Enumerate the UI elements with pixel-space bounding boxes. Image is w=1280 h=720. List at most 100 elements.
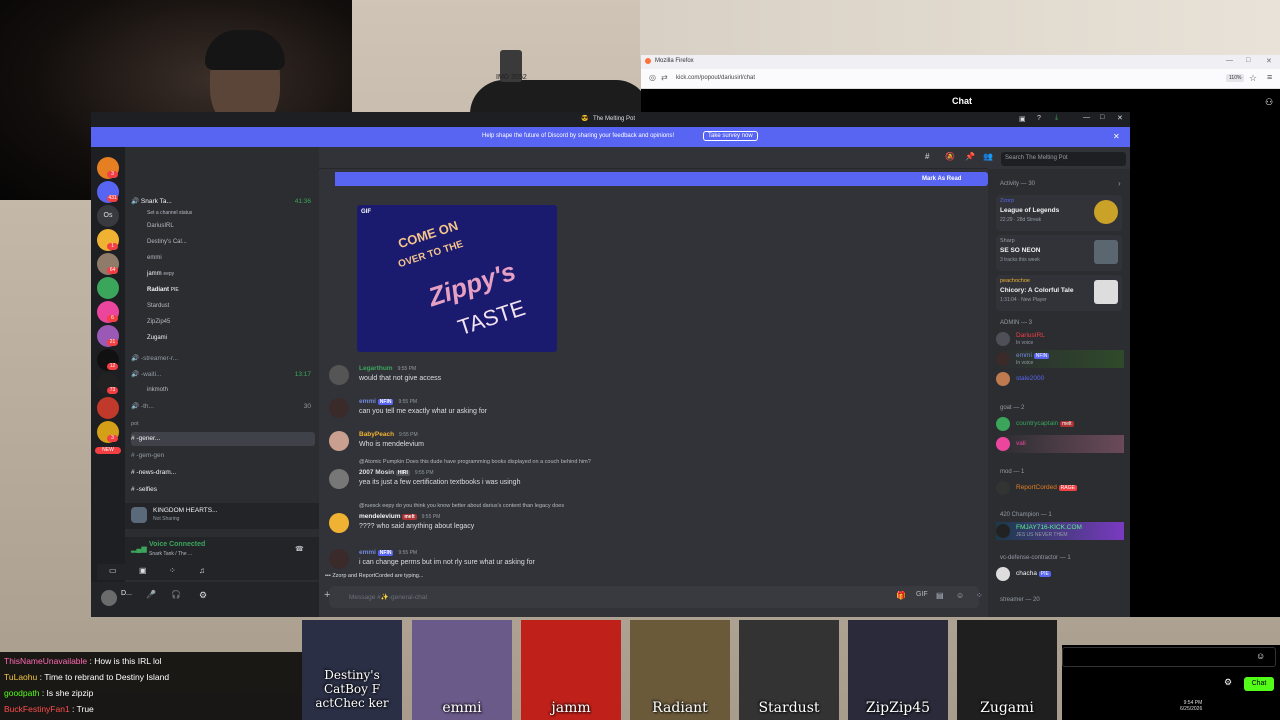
avatar[interactable] — [101, 590, 117, 606]
settings-gear-icon[interactable]: ⚙ — [1224, 677, 1232, 688]
text-channel-general[interactable]: # -gener... — [131, 432, 315, 446]
activity-header[interactable]: Activity — 30 — [1000, 181, 1035, 187]
voice-user[interactable]: jamm eepy — [147, 271, 174, 277]
inbox-icon[interactable]: ▣ — [1019, 115, 1026, 123]
minimize-icon[interactable]: — — [1083, 114, 1090, 121]
activity-card[interactable]: Zzorp League of Legends 22:29 · 28d Stre… — [996, 195, 1122, 231]
member-item[interactable]: ReportCorded RAGE — [996, 479, 1124, 497]
message-author[interactable]: 2007 Mosin HIRI 9:55 PM — [359, 469, 433, 476]
member-item[interactable]: vali — [996, 435, 1124, 453]
reply-preview[interactable]: @ruesck eepy do you think you know bette… — [359, 503, 564, 509]
close-icon[interactable]: ✕ — [1117, 114, 1123, 122]
category-header[interactable]: pot — [131, 417, 315, 431]
avatar[interactable] — [329, 469, 349, 489]
screenshare-icon[interactable]: ▣ — [139, 566, 147, 575]
server-icon[interactable] — [97, 397, 119, 419]
chat-message[interactable]: ThisNameUnavailable : How is this IRL lo… — [4, 656, 161, 666]
participant-tile[interactable]: Destiny's CatBoy F actChec ker — [302, 620, 402, 720]
text-channel-selfies[interactable]: # -selfies — [131, 483, 315, 497]
voice-channel-streamer[interactable]: 🔊 -streamer-r... — [131, 352, 315, 366]
disconnect-icon[interactable]: ☎ — [295, 545, 304, 553]
add-attachment-icon[interactable]: + — [324, 589, 330, 601]
address-bar[interactable]: ◎ ⇄ kick.com/popout/dariusirl/chat 110% … — [641, 69, 1280, 89]
activity-card[interactable]: peachochoe Chicory: A Colorful Tale 1:31… — [996, 275, 1122, 311]
text-channel-news[interactable]: # -news-dram... — [131, 466, 315, 480]
gif-picker-icon[interactable]: GIF — [916, 591, 928, 598]
voice-user[interactable]: ZipZip45 — [147, 319, 170, 325]
chat-message[interactable]: TuLaohu : Time to rebrand to Destiny Isl… — [4, 672, 169, 682]
message-author[interactable]: mendelevium melt 9:55 PM — [359, 513, 440, 520]
member-item[interactable]: emmi NFIN In voice — [996, 350, 1124, 368]
camera-icon[interactable]: ▭ — [109, 566, 117, 575]
member-item[interactable]: stale2000 — [996, 370, 1124, 388]
message-author[interactable]: emmi NFIN 9:55 PM — [359, 398, 417, 405]
bookmark-star-icon[interactable]: ☆ — [1249, 73, 1257, 84]
shield-icon[interactable]: ◎ — [649, 73, 656, 82]
users-icon[interactable]: ⚇ — [1265, 97, 1273, 108]
server-icon[interactable] — [97, 277, 119, 299]
avatar[interactable] — [329, 398, 349, 418]
url-text[interactable]: kick.com/popout/dariusirl/chat — [676, 75, 755, 81]
activities-icon[interactable]: ⁘ — [169, 566, 176, 575]
zoom-level[interactable]: 110% — [1226, 74, 1245, 82]
mark-as-read-button[interactable]: Mark As Read — [922, 176, 961, 182]
participant-tile[interactable]: Zugami — [957, 620, 1057, 720]
member-list-icon[interactable]: 👥 — [983, 152, 993, 161]
banner-close-icon[interactable]: ✕ — [1113, 132, 1120, 141]
voice-user[interactable]: Stardust — [147, 303, 169, 309]
menu-icon[interactable]: ≡ — [1267, 72, 1272, 82]
permissions-icon[interactable]: ⇄ — [661, 73, 668, 82]
settings-gear-icon[interactable]: ⚙ — [199, 590, 207, 601]
member-item[interactable]: FMJAY716-KICK.COM JES US NEVER THEM — [996, 522, 1124, 540]
participant-tile[interactable]: emmi — [412, 620, 512, 720]
gif-embed[interactable]: GIF COME ON OVER TO THE Zippy's TASTE — [357, 205, 557, 352]
member-item[interactable]: chacha PIE — [996, 565, 1124, 583]
take-survey-button[interactable]: Take survey now — [703, 131, 758, 141]
message-author[interactable]: Legarthum 9:55 PM — [359, 365, 416, 372]
headphones-icon[interactable]: 🎧 — [171, 590, 181, 599]
emoji-icon[interactable]: ☺ — [1256, 651, 1265, 661]
message-author[interactable]: BabyPeach 9:55 PM — [359, 431, 418, 438]
chat-message[interactable]: BuckFestinyFan1 : True — [4, 704, 94, 714]
voice-user[interactable]: Zugami — [147, 335, 167, 341]
help-icon[interactable]: ? — [1037, 115, 1041, 122]
send-chat-button[interactable]: Chat — [1244, 677, 1274, 691]
voice-user[interactable]: DariusIRL — [147, 223, 174, 229]
channel-status[interactable]: Set a channel status — [147, 210, 192, 216]
member-item[interactable]: DariusIRL In voice — [996, 330, 1124, 348]
maximize-icon[interactable]: □ — [1246, 57, 1250, 64]
chat-input[interactable] — [1062, 647, 1276, 667]
chat-message[interactable]: goodpath : Is she zipzip — [4, 688, 93, 698]
voice-channel-snark-tank[interactable]: 🔊 Snark Ta... 41:36 — [131, 195, 315, 209]
maximize-icon[interactable]: □ — [1100, 114, 1104, 121]
username[interactable]: D... — [121, 590, 132, 597]
close-icon[interactable]: ✕ — [1266, 57, 1272, 65]
voice-user[interactable]: Destiny's Cal... — [147, 239, 187, 245]
gift-icon[interactable]: 🎁 — [896, 591, 906, 600]
voice-connected-label[interactable]: Voice Connected — [149, 541, 205, 548]
participant-tile[interactable]: jamm — [521, 620, 621, 720]
participant-tile[interactable]: Radiant — [630, 620, 730, 720]
search-input[interactable]: Search The Melting Pot — [1001, 152, 1126, 166]
voice-user[interactable]: emmi — [147, 255, 162, 261]
text-channel-gem-gen[interactable]: # -gem-gen — [131, 449, 315, 463]
emoji-icon[interactable]: ☺ — [956, 591, 964, 600]
member-item[interactable]: countrycaptain melt — [996, 415, 1124, 433]
soundboard-icon[interactable]: ♫ — [199, 566, 205, 575]
voice-channel-th[interactable]: 🔊 -th... 30 — [131, 400, 315, 414]
activity-panel[interactable]: KINGDOM HEARTS... Not Sharing — [125, 503, 319, 529]
participant-tile[interactable]: Stardust — [739, 620, 839, 720]
threads-icon[interactable]: # — [925, 152, 929, 161]
pin-icon[interactable]: 📌 — [965, 152, 975, 161]
minimize-icon[interactable]: — — [1226, 57, 1233, 64]
sticker-icon[interactable]: ▤ — [936, 591, 944, 600]
new-messages-bar[interactable]: Mark As Read — [335, 172, 988, 186]
participant-tile[interactable]: ZipZip45 — [848, 620, 948, 720]
voice-channel-waiting[interactable]: 🔊 -waiti... 13:17 — [131, 368, 315, 382]
voice-user[interactable]: Radiant PIE — [147, 287, 179, 293]
message-composer[interactable]: + Message #✨-general-chat 🎁 GIF ▤ ☺ ⁘ — [324, 586, 983, 608]
reply-preview[interactable]: @Atomic Pumpkin Does this dude have prog… — [359, 459, 591, 465]
avatar[interactable] — [329, 365, 349, 385]
download-icon[interactable]: ⤓ — [1055, 114, 1058, 122]
avatar[interactable] — [329, 549, 349, 569]
